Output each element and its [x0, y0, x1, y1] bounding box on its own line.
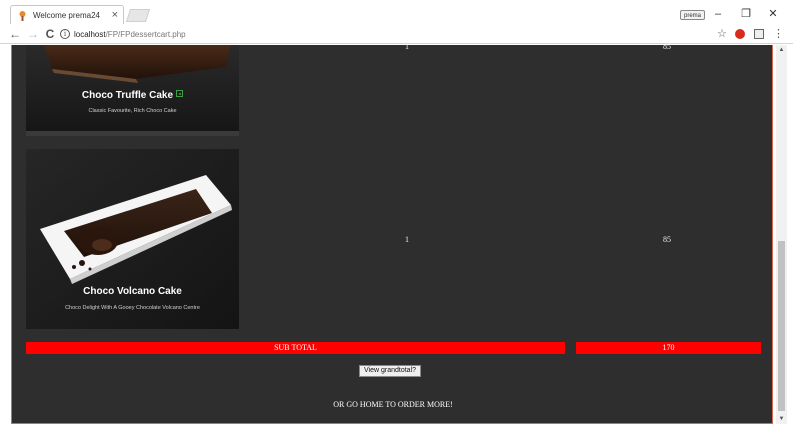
tab-close-icon[interactable]: ×	[112, 8, 118, 22]
restore-button[interactable]: ❐	[735, 6, 757, 22]
url-path: /FP/FPdessertcart.php	[105, 29, 186, 39]
url-text: localhost/FP/FPdessertcart.php	[74, 30, 186, 39]
url-host: localhost	[74, 29, 106, 39]
cast-icon[interactable]	[754, 29, 764, 39]
product-image-choco-volcano: Choco Volcano Cake Choco Delight With A …	[26, 149, 239, 329]
page-viewport: Choco Truffle Cake Classic Favourite, Ri…	[0, 42, 793, 438]
scroll-thumb[interactable]	[778, 241, 785, 411]
forward-icon[interactable]: →	[26, 26, 40, 42]
back-icon[interactable]: ←	[8, 26, 22, 42]
product-name: Choco Volcano Cake	[83, 286, 182, 297]
address-bar[interactable]: i localhost/FP/FPdessertcart.php	[60, 26, 731, 42]
home-link[interactable]: OR GO HOME TO ORDER MORE!	[12, 400, 774, 409]
page-scrollbar[interactable]: ▲ ▼	[776, 45, 787, 424]
price-cell: 85	[663, 235, 671, 244]
product-subtitle: Choco Delight With A Gooey Chocolate Vol…	[65, 305, 200, 311]
minimize-button[interactable]: –	[707, 6, 729, 22]
info-icon[interactable]: i	[60, 29, 70, 39]
browser-titlebar: Welcome prema24 × prema – ❐ ✕	[0, 0, 793, 24]
veg-icon	[176, 90, 184, 97]
menu-icon[interactable]: ⋮	[773, 26, 784, 42]
scroll-down-icon[interactable]: ▼	[776, 414, 787, 424]
bookmark-star-icon[interactable]: ☆	[717, 26, 727, 42]
new-tab-button[interactable]	[125, 9, 151, 22]
tab-title: Welcome prema24	[33, 10, 100, 20]
view-grandtotal-button[interactable]: View grandtotal?	[359, 365, 422, 377]
subtotal-value: 170	[576, 342, 761, 354]
browser-tab[interactable]: Welcome prema24 ×	[10, 5, 124, 24]
quantity-cell: 1	[405, 235, 409, 244]
dessert-favicon-icon	[17, 10, 28, 21]
price-cell: 85	[663, 42, 671, 51]
adblock-icon[interactable]	[735, 29, 745, 39]
quantity-cell: 1	[405, 42, 409, 51]
product-image-choco-truffle: Choco Truffle Cake Classic Favourite, Ri…	[26, 45, 239, 136]
product-name: Choco Truffle Cake	[26, 90, 239, 101]
product-subtitle: Classic Favourite, Rich Choco Cake	[88, 108, 177, 114]
close-window-button[interactable]: ✕	[762, 6, 784, 22]
subtotal-label: SUB TOTAL	[26, 342, 565, 354]
product-name-text: Choco Truffle Cake	[81, 90, 174, 101]
scroll-up-icon[interactable]: ▲	[776, 45, 787, 55]
browser-toolbar: ← → C i localhost/FP/FPdessertcart.php ☆…	[0, 24, 793, 44]
cart-panel: Choco Truffle Cake Classic Favourite, Ri…	[11, 42, 774, 424]
profile-badge[interactable]: prema	[680, 10, 706, 20]
reload-icon[interactable]: C	[43, 26, 57, 42]
